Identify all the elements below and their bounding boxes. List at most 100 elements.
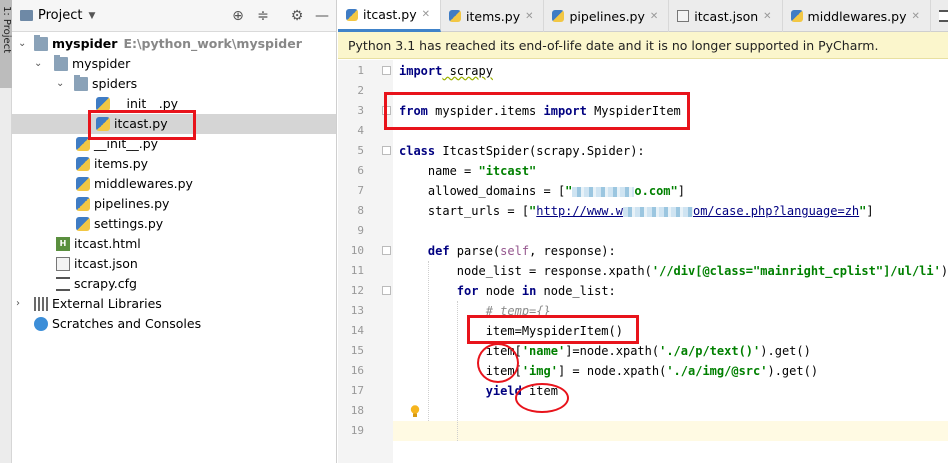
json-file-icon [677,10,690,22]
code-line: start_urls = ["http://www.w om/case.php?l… [399,204,874,218]
code-line: allowed_domains = [" o.com"] [399,184,685,198]
redacted-text [572,186,635,197]
line-number: 16 [350,364,364,377]
annotation-box [384,92,690,130]
chevron-down-icon[interactable]: ⌄ [18,34,28,54]
line-number: 2 [357,84,364,97]
tab-itcast-py[interactable]: itcast.py ✕ [338,0,442,32]
config-file-icon [56,277,70,291]
code-line: item['name']=node.xpath('./a/p/text()').… [399,344,811,358]
code-line: node_list = response.xpath('//div[@class… [399,264,948,278]
python-file-icon [552,10,565,22]
tree-item-label: itcast.html [74,236,141,251]
python-file-icon [346,8,358,21]
folder-icon [74,75,88,91]
annotation-box [88,110,196,140]
close-icon[interactable]: ✕ [525,11,533,22]
line-number: 15 [350,344,364,357]
line-number: 9 [357,224,364,237]
line-number: 1 [357,64,364,77]
line-number: 17 [350,384,364,397]
python-file-icon [76,217,90,231]
tree-item-label: middlewares.py [94,176,193,191]
line-number: 13 [350,304,364,317]
tab-label: items.py [466,8,521,24]
tree-item-label: spiders [92,76,138,91]
code-line: import scrapy [399,64,493,78]
scratches-icon [34,317,48,331]
tree-item-label: items.py [94,156,149,171]
close-icon[interactable]: ✕ [912,11,920,22]
lightbulb-icon[interactable] [410,405,420,418]
close-icon[interactable]: ✕ [422,9,430,20]
code-line: class ItcastSpider(scrapy.Spider): [399,144,645,158]
editor-tab-bar: itcast.py ✕ items.py ✕ pipelines.py ✕ it… [338,0,948,32]
tab-items-py[interactable]: items.py ✕ [441,0,545,32]
line-number: 4 [357,124,364,137]
line-number: 8 [357,204,364,217]
line-number: 7 [357,184,364,197]
tab-pipelines-py[interactable]: pipelines.py ✕ [544,0,670,32]
python-file-icon [76,197,90,211]
fold-marker-icon[interactable] [382,246,391,255]
tree-item-label: pipelines.py [94,196,170,211]
chevron-down-icon[interactable]: ⌄ [56,74,66,94]
line-number: 19 [350,424,364,437]
gear-icon[interactable]: ⚙ [289,8,305,24]
project-tool-label[interactable]: 1: Project [0,6,12,84]
tab-middlewares-py[interactable]: middlewares.py ✕ [783,0,931,32]
fold-marker-icon[interactable] [382,286,391,295]
tree-item-file[interactable]: H itcast.html [12,234,336,254]
tree-item-spiders[interactable]: ⌄ spiders [12,74,336,94]
python-file-icon [76,157,90,171]
python-file-icon [449,10,462,22]
tab-label: itcast.py [363,7,417,22]
tree-item-label: Scratches and Consoles [52,316,202,331]
line-number: 6 [357,164,364,177]
tab-itcast-json[interactable]: itcast.json ✕ [669,0,783,32]
tree-item-file[interactable]: itcast.json [12,254,336,274]
locate-icon[interactable]: ⊕ [230,8,246,24]
close-icon[interactable]: ✕ [763,11,771,22]
tree-item-file[interactable]: items.py [12,154,336,174]
tree-item-file[interactable]: scrapy.cfg [12,274,336,294]
tree-item-root[interactable]: ⌄ myspider E:\python_work\myspider [12,34,336,54]
chevron-right-icon[interactable]: › [16,294,26,314]
tree-item-label: itcast.json [74,256,138,271]
code-line: for node in node_list: [399,284,616,298]
current-line-highlight [393,421,948,441]
tab-label: itcast.json [694,8,759,24]
folder-icon [34,35,48,51]
tree-item-file[interactable]: pipelines.py [12,194,336,214]
tree-item-package[interactable]: ⌄ myspider [12,54,336,74]
library-icon [34,297,48,311]
fold-marker-icon[interactable] [382,146,391,155]
chevron-down-icon[interactable]: ⌄ [34,54,44,74]
close-icon[interactable]: ✕ [650,11,658,22]
config-file-icon [938,10,948,22]
python-file-icon [96,97,110,111]
code-line: name = "itcast" [399,164,537,178]
tree-item-label: scrapy.cfg [74,276,137,291]
line-number: 11 [350,264,364,277]
chevron-down-icon[interactable]: ▼ [88,11,95,21]
project-panel-header: Project ▼ ⊕ ≑ ⚙ — [12,0,336,32]
tree-item-scratches[interactable]: Scratches and Consoles [12,314,336,334]
code-line: def parse(self, response): [399,244,616,258]
tab-scrapy-cfg[interactable]: scrap [931,0,948,32]
folder-icon [54,55,68,71]
tree-item-external-libraries[interactable]: › External Libraries [12,294,336,314]
minimize-icon[interactable]: — [314,8,330,24]
json-file-icon [56,257,70,271]
tree-item-file[interactable]: middlewares.py [12,174,336,194]
line-number: 3 [357,104,364,117]
redacted-text [622,206,693,217]
line-number: 18 [350,404,364,417]
python-file-icon [790,10,803,22]
fold-marker-icon[interactable] [382,66,391,75]
tree-item-file[interactable]: settings.py [12,214,336,234]
project-path: E:\python_work\myspider [123,36,302,51]
tree-item-label: myspider [52,36,118,51]
collapse-all-icon[interactable]: ≑ [255,8,271,24]
project-view-selector[interactable]: Project [38,8,82,23]
